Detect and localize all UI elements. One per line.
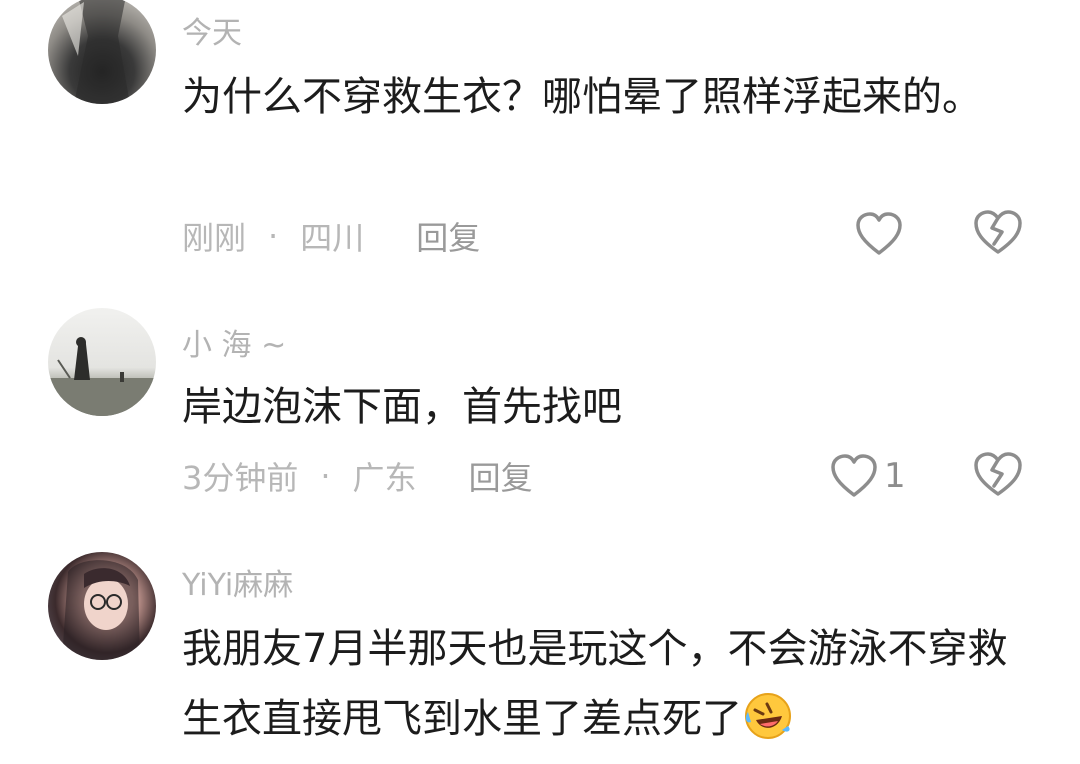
dislike-button[interactable] [972, 450, 1024, 502]
dislike-button[interactable] [972, 208, 1024, 260]
heart-outline-icon [856, 212, 902, 255]
comment-item: YiYi麻麻 我朋友7月半那天也是玩这个，不会游泳不穿救生衣直接甩飞到水里了差点… [0, 540, 1080, 752]
username[interactable]: 小 海 ~ [182, 320, 286, 364]
meta-separator: · [320, 457, 331, 495]
like-button[interactable]: 1 [830, 450, 906, 502]
heart-outline-icon [831, 454, 877, 497]
like-count: 1 [884, 456, 906, 496]
avatar[interactable] [48, 308, 156, 416]
username[interactable]: 今天 [182, 8, 242, 52]
comment-time: 3分钟前 [182, 459, 299, 497]
comment-location: 广东 [352, 459, 417, 497]
comment-time: 刚刚 [182, 219, 247, 257]
comment-text-body: 我朋友7月半那天也是玩这个，不会游泳不穿救生衣直接甩飞到水里了差点死了 [182, 626, 1008, 742]
comment-item: 今天 为什么不穿救生衣？哪怕晕了照样浮起来的。 刚刚 · 四川 回复 [0, 0, 1080, 280]
comment-item: 小 海 ~ 岸边泡沫下面，首先找吧 3分钟前 · 广东 回复 1 [0, 300, 1080, 530]
meta-separator: · [268, 217, 279, 255]
comment-text: 为什么不穿救生衣？哪怕晕了照样浮起来的。 [182, 74, 982, 120]
comment-meta: 刚刚 · 四川 回复 [182, 214, 480, 258]
comment-text: 我朋友7月半那天也是玩这个，不会游泳不穿救生衣直接甩飞到水里了差点死了 [182, 614, 1012, 754]
reply-button[interactable]: 回复 [416, 213, 480, 259]
username[interactable]: YiYi麻麻 [182, 560, 293, 604]
like-button[interactable] [855, 208, 903, 260]
avatar[interactable] [48, 0, 156, 104]
comment-text: 岸边泡沫下面，首先找吧 [182, 384, 622, 430]
avatar[interactable] [48, 552, 156, 660]
broken-heart-icon [974, 452, 1022, 496]
rolling-laugh-icon [745, 693, 791, 739]
comment-meta: 3分钟前 · 广东 回复 [182, 454, 533, 498]
reply-button[interactable]: 回复 [469, 453, 533, 499]
broken-heart-icon [974, 210, 1022, 254]
comment-location: 四川 [300, 219, 365, 257]
laughing-emoji-icon [742, 690, 794, 742]
